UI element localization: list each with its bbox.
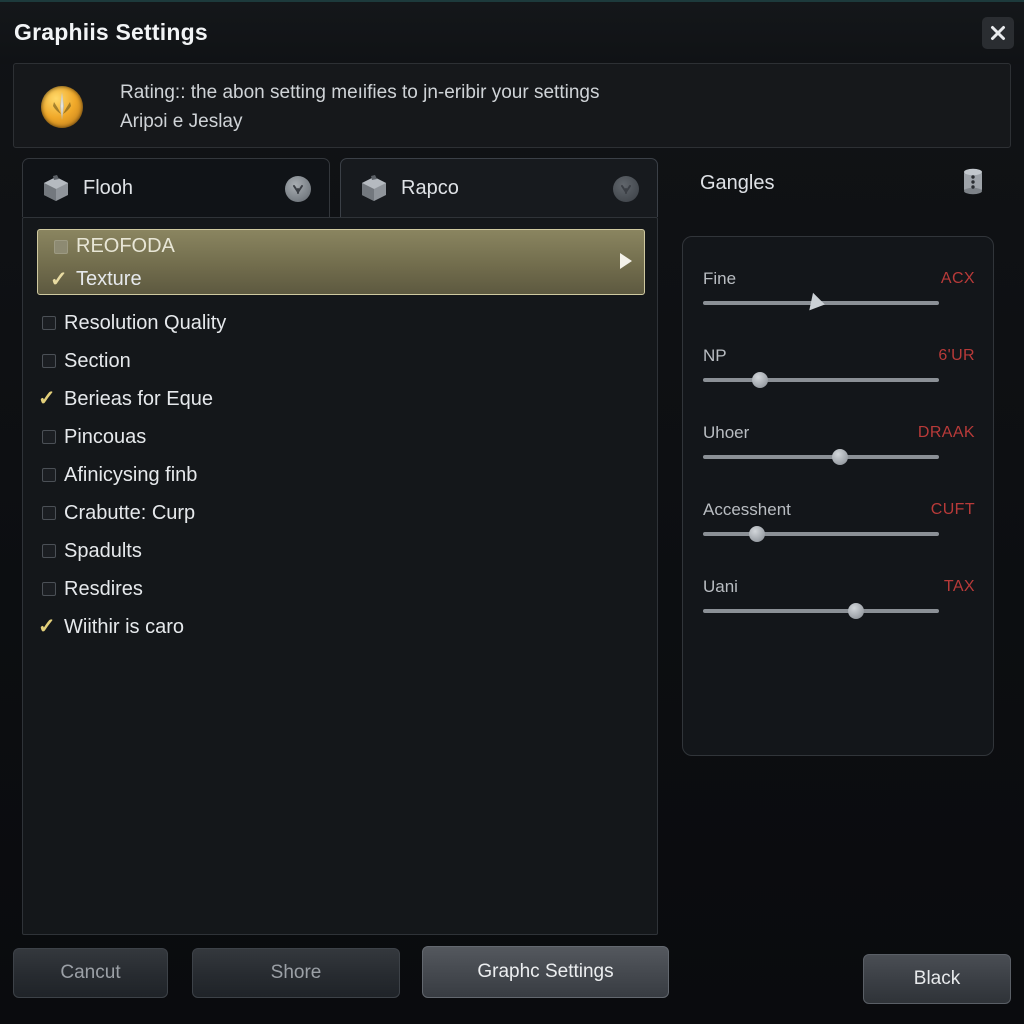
list-item[interactable]: Afinicysing finb [23,456,657,494]
footer-button-cancut[interactable]: Cancut [13,948,168,998]
footer-button-graphc-settings[interactable]: Graphc Settings [422,946,669,998]
selected-group-row[interactable]: ✓ Texture [38,263,644,296]
setting-label: REOFODA [76,235,175,257]
slider-track[interactable] [703,526,939,542]
checkmark-icon[interactable]: ✓ [38,616,58,637]
slider-value: ACX [940,270,975,287]
checkbox-unchecked-icon[interactable] [54,239,68,254]
slider-label: Uhoer [703,423,750,442]
slider-value: CUFT [930,501,975,518]
slider-track[interactable] [703,372,939,388]
slider-handle[interactable] [751,372,768,388]
banner-line-1: Rating:: the abon setting meıifies to jn… [120,82,600,103]
setting-label: Berieas for Eque [64,387,213,410]
cube-box-icon [41,174,71,204]
selected-group-row[interactable]: REOFODA [38,230,644,263]
cube-box-icon [359,174,389,204]
circle-dim-badge-icon[interactable] [613,176,639,202]
right-panel-header: Gangles [700,168,1000,204]
slider-handle[interactable] [831,449,848,465]
list-item[interactable]: Resdires [23,570,657,608]
footer-button-shore[interactable]: Shore [192,948,400,998]
close-x-icon [989,24,1007,42]
slider-label: Fine [703,269,737,288]
setting-label: Wiithir is caro [64,615,185,638]
window-titlebar: Graphiis Settings [0,2,1024,64]
gold-medal-icon [41,86,83,128]
circle-chevron-badge-icon[interactable] [285,176,311,202]
checkmark-icon[interactable]: ✓ [38,388,58,409]
tab-flooh[interactable]: Flooh [22,158,330,217]
info-banner: Rating:: the abon setting meıifies to jn… [13,63,1011,148]
slider-handle[interactable] [749,526,766,542]
slider-label: Accesshent [703,500,791,519]
checkbox-unchecked-icon[interactable] [42,316,56,330]
checkbox-unchecked-icon[interactable] [42,430,56,444]
list-item[interactable]: Pincouas [23,418,657,456]
button-label: Black [913,968,961,989]
setting-label: Resdires [64,577,143,600]
list-item[interactable]: Resolution Quality [23,304,657,342]
slider-label: NP [703,346,727,365]
banner-line-2: Aripɔi e Jeslay [120,111,243,132]
tab-label: Rapco [401,176,459,199]
checkmark-icon[interactable]: ✓ [50,269,70,290]
checkbox-unchecked-icon[interactable] [42,468,56,482]
right-panel-title: Gangles [700,172,775,194]
sliders-panel: Fine ACX NP 6'UR Uhoer DRAAK Accesshent CUFT Uan… [682,236,994,756]
setting-label: Section [64,349,131,372]
setting-label: Afinicysing finb [64,463,198,486]
footer-button-bar: Cancut Shore Graphc Settings Black [0,946,1024,1024]
close-button[interactable] [982,17,1014,49]
list-item[interactable]: Spadults [23,532,657,570]
checkbox-unchecked-icon[interactable] [42,354,56,368]
slider-track[interactable] [703,449,939,465]
setting-label: Crabutte: Curp [64,501,196,524]
button-label: Shore [270,962,322,983]
list-item[interactable]: Section [23,342,657,380]
chevron-right-icon[interactable] [620,253,632,269]
button-label: Cancut [60,962,121,983]
slider-value: 6'UR [938,347,975,364]
footer-button-black[interactable]: Black [863,954,1011,1004]
list-item[interactable]: ✓ Wiithir is caro [23,608,657,646]
settings-list-panel: REOFODA ✓ Texture Resolution Quality Section… [22,217,658,935]
button-label: Graphc Settings [477,961,614,982]
graphics-settings-window: Graphiis Settings Rating:: the abon sett… [0,0,1024,1024]
slider-track[interactable] [703,292,939,314]
slider-handle[interactable] [809,292,827,314]
slider-label: Uani [703,577,738,596]
tab-rapco[interactable]: Rapco [340,158,658,217]
slider-handle[interactable] [848,603,865,619]
slider-value: DRAAK [917,424,975,441]
setting-label: Spadults [64,539,142,562]
checkbox-unchecked-icon[interactable] [42,544,56,558]
list-item[interactable]: ✓ Berieas for Eque [23,380,657,418]
page-title: Graphiis Settings [14,19,208,45]
list-item[interactable]: Crabutte: Curp [23,494,657,532]
banner-text-block: Rating:: the abon setting meıifies to jn… [120,78,980,136]
tab-label: Flooh [83,176,134,199]
setting-label: Pincouas [64,425,147,448]
setting-label: Resolution Quality [64,311,227,334]
selected-setting-group[interactable]: REOFODA ✓ Texture [37,229,645,295]
cylinder-database-icon[interactable] [960,167,986,197]
slider-value: TAX [943,578,975,595]
slider-track[interactable] [703,603,939,619]
checkbox-unchecked-icon[interactable] [42,506,56,520]
setting-label: Texture [76,268,142,290]
tab-strip: Flooh Rapco [22,158,662,218]
checkbox-unchecked-icon[interactable] [42,582,56,596]
